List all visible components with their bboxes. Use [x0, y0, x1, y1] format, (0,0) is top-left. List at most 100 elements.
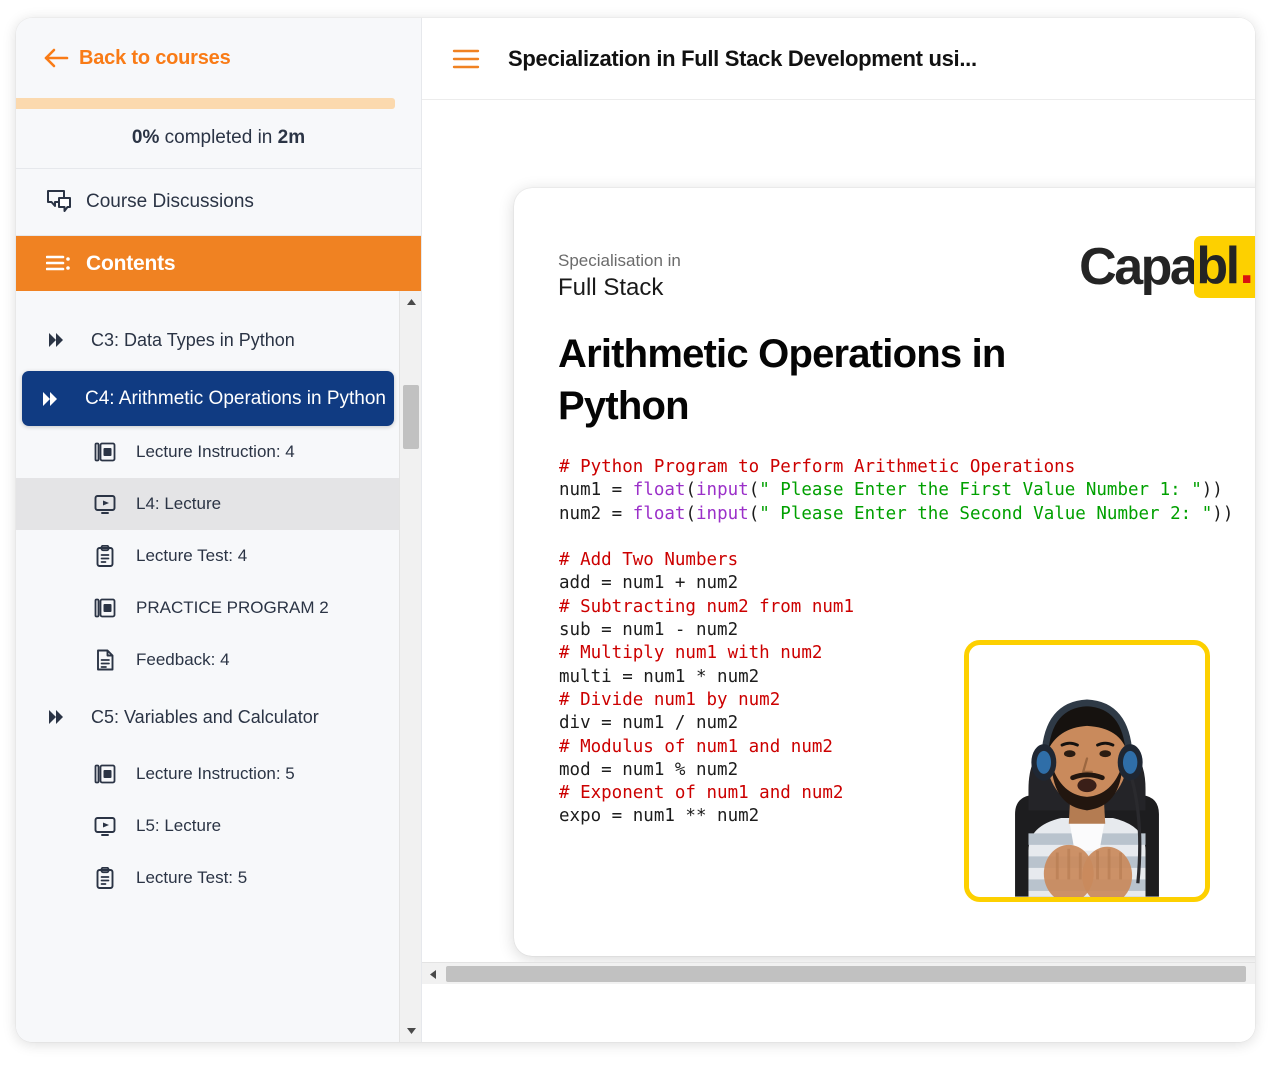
progress-bar [16, 98, 421, 109]
sidebar-vertical-scrollbar[interactable] [399, 291, 421, 1042]
main-content: Specialization in Full Stack Development… [422, 18, 1255, 1042]
progress-duration: 2m [278, 127, 305, 148]
lesson-row[interactable]: L4: Lecture [16, 478, 400, 530]
code-token: add = num1 + num2 [559, 573, 738, 593]
sidebar-item-course-discussions[interactable]: Course Discussions [16, 169, 421, 236]
pdf-file-icon [94, 441, 116, 463]
code-token: # Multiply num1 with num2 [559, 643, 822, 663]
course-player-window: Back to courses 0% completed in 2m Cours… [16, 18, 1255, 1042]
lesson-label: L4: Lecture [136, 494, 221, 514]
horizontal-scrollbar[interactable] [422, 962, 1255, 984]
lesson-row[interactable]: Feedback: 4 [16, 634, 400, 686]
progress-percent: 0% [132, 127, 159, 148]
code-line [559, 526, 1233, 549]
contents-list: C3: Data Types in Python C4: Arithmetic O… [16, 291, 400, 904]
lesson-label: L5: Lecture [136, 816, 221, 836]
module-row[interactable]: C5: Variables and Calculator [16, 686, 400, 748]
chevron-double-right-icon [41, 390, 63, 408]
logo-badge: bl . [1194, 236, 1255, 298]
code-token: # Exponent of num1 and num2 [559, 783, 843, 803]
code-token: ( [749, 480, 760, 500]
lesson-row[interactable]: Lecture Instruction: 5 [16, 748, 400, 800]
code-token: float [633, 504, 686, 524]
lecture-slide: Specialisation in Full Stack Capa bl . A… [514, 188, 1255, 956]
module-label: C4: Arithmetic Operations in Python [85, 388, 386, 410]
code-token: input [696, 504, 749, 524]
chevron-double-right-icon [47, 331, 69, 349]
clipboard-test-icon [94, 867, 116, 889]
logo-text-dark: Capa [1079, 241, 1196, 293]
horizontal-scroll-thumb[interactable] [446, 966, 1246, 982]
module-label: C5: Variables and Calculator [91, 707, 319, 728]
arrow-left-icon [43, 47, 69, 69]
lesson-label: Lecture Test: 5 [136, 868, 247, 888]
code-token: ( [749, 504, 760, 524]
module-label: C3: Data Types in Python [91, 330, 295, 351]
lesson-label: Lecture Instruction: 4 [136, 442, 295, 462]
code-token: # Subtracting num2 from num1 [559, 597, 854, 617]
contents-label: Contents [86, 252, 175, 276]
code-token: num2 = [559, 504, 633, 524]
scroll-left-button[interactable] [422, 963, 444, 985]
slide-viewport: Specialisation in Full Stack Capa bl . A… [422, 100, 1255, 1042]
list-lines-icon [46, 254, 72, 274]
code-token: num1 = [559, 480, 633, 500]
lesson-row[interactable]: Lecture Test: 4 [16, 530, 400, 582]
lesson-row[interactable]: PRACTICE PROGRAM 2 [16, 582, 400, 634]
code-line: add = num1 + num2 [559, 572, 1233, 595]
lesson-label: Feedback: 4 [136, 650, 230, 670]
pdf-file-icon [94, 763, 116, 785]
lesson-row[interactable]: Lecture Instruction: 4 [16, 426, 400, 478]
brand-subtitle: Specialisation in [558, 250, 681, 273]
lesson-row[interactable]: L5: Lecture [16, 800, 400, 852]
scroll-down-button[interactable] [400, 1020, 421, 1042]
code-token: sub = num1 - num2 [559, 620, 738, 640]
code-token: )) [1212, 504, 1233, 524]
slide-title: Arithmetic Operations in Python [558, 328, 1078, 432]
code-line: # Python Program to Perform Arithmetic O… [559, 456, 1233, 479]
back-to-courses-button[interactable]: Back to courses [16, 18, 421, 98]
logo-dot: . [1240, 240, 1254, 292]
sidebar: Back to courses 0% completed in 2m Cours… [16, 18, 422, 1042]
chat-bubbles-icon [46, 189, 72, 215]
pdf-file-icon [94, 597, 116, 619]
presenter-webcam [964, 640, 1210, 902]
code-token: ( [685, 504, 696, 524]
code-token: # Divide num1 by num2 [559, 690, 780, 710]
contents-header[interactable]: Contents [16, 236, 421, 291]
triangle-down-icon [406, 1027, 417, 1035]
scroll-up-button[interactable] [400, 291, 421, 313]
lesson-label: Lecture Test: 4 [136, 546, 247, 566]
module-row[interactable]: C4: Arithmetic Operations in Python [22, 371, 394, 426]
lesson-row[interactable]: Lecture Test: 5 [16, 852, 400, 904]
lesson-label: PRACTICE PROGRAM 2 [136, 598, 329, 618]
logo-text-badge: bl [1196, 240, 1237, 292]
brand-title: Full Stack [558, 273, 681, 303]
triangle-left-icon [429, 969, 437, 980]
code-token: float [633, 480, 686, 500]
triangle-up-icon [406, 298, 417, 306]
page-title: Specialization in Full Stack Development… [508, 46, 977, 72]
code-token: " Please Enter the First Value Number 1:… [759, 480, 1202, 500]
code-token: # Python Program to Perform Arithmetic O… [559, 457, 1075, 477]
vertical-scroll-thumb[interactable] [403, 385, 419, 449]
code-line: # Add Two Numbers [559, 549, 1233, 572]
code-line: # Subtracting num2 from num1 [559, 596, 1233, 619]
code-token: # Add Two Numbers [559, 550, 738, 570]
code-line: sub = num1 - num2 [559, 619, 1233, 642]
code-token: expo = num1 ** num2 [559, 806, 759, 826]
hamburger-menu-icon[interactable] [452, 48, 480, 70]
course-discussions-label: Course Discussions [86, 191, 254, 213]
code-line: num1 = float(input(" Please Enter the Fi… [559, 479, 1233, 502]
presenter-video-frame [969, 645, 1205, 897]
code-token: multi = num1 * num2 [559, 667, 759, 687]
code-token: input [696, 480, 749, 500]
code-token: div = num1 / num2 [559, 713, 738, 733]
lesson-label: Lecture Instruction: 5 [136, 764, 295, 784]
capabl-logo: Capa bl . [1079, 236, 1255, 298]
document-icon [94, 649, 116, 671]
module-row[interactable]: C3: Data Types in Python [16, 309, 400, 371]
contents-scroll-area: C3: Data Types in Python C4: Arithmetic O… [16, 291, 421, 1042]
back-to-courses-label: Back to courses [79, 47, 231, 70]
slide-brand: Specialisation in Full Stack [558, 250, 681, 303]
